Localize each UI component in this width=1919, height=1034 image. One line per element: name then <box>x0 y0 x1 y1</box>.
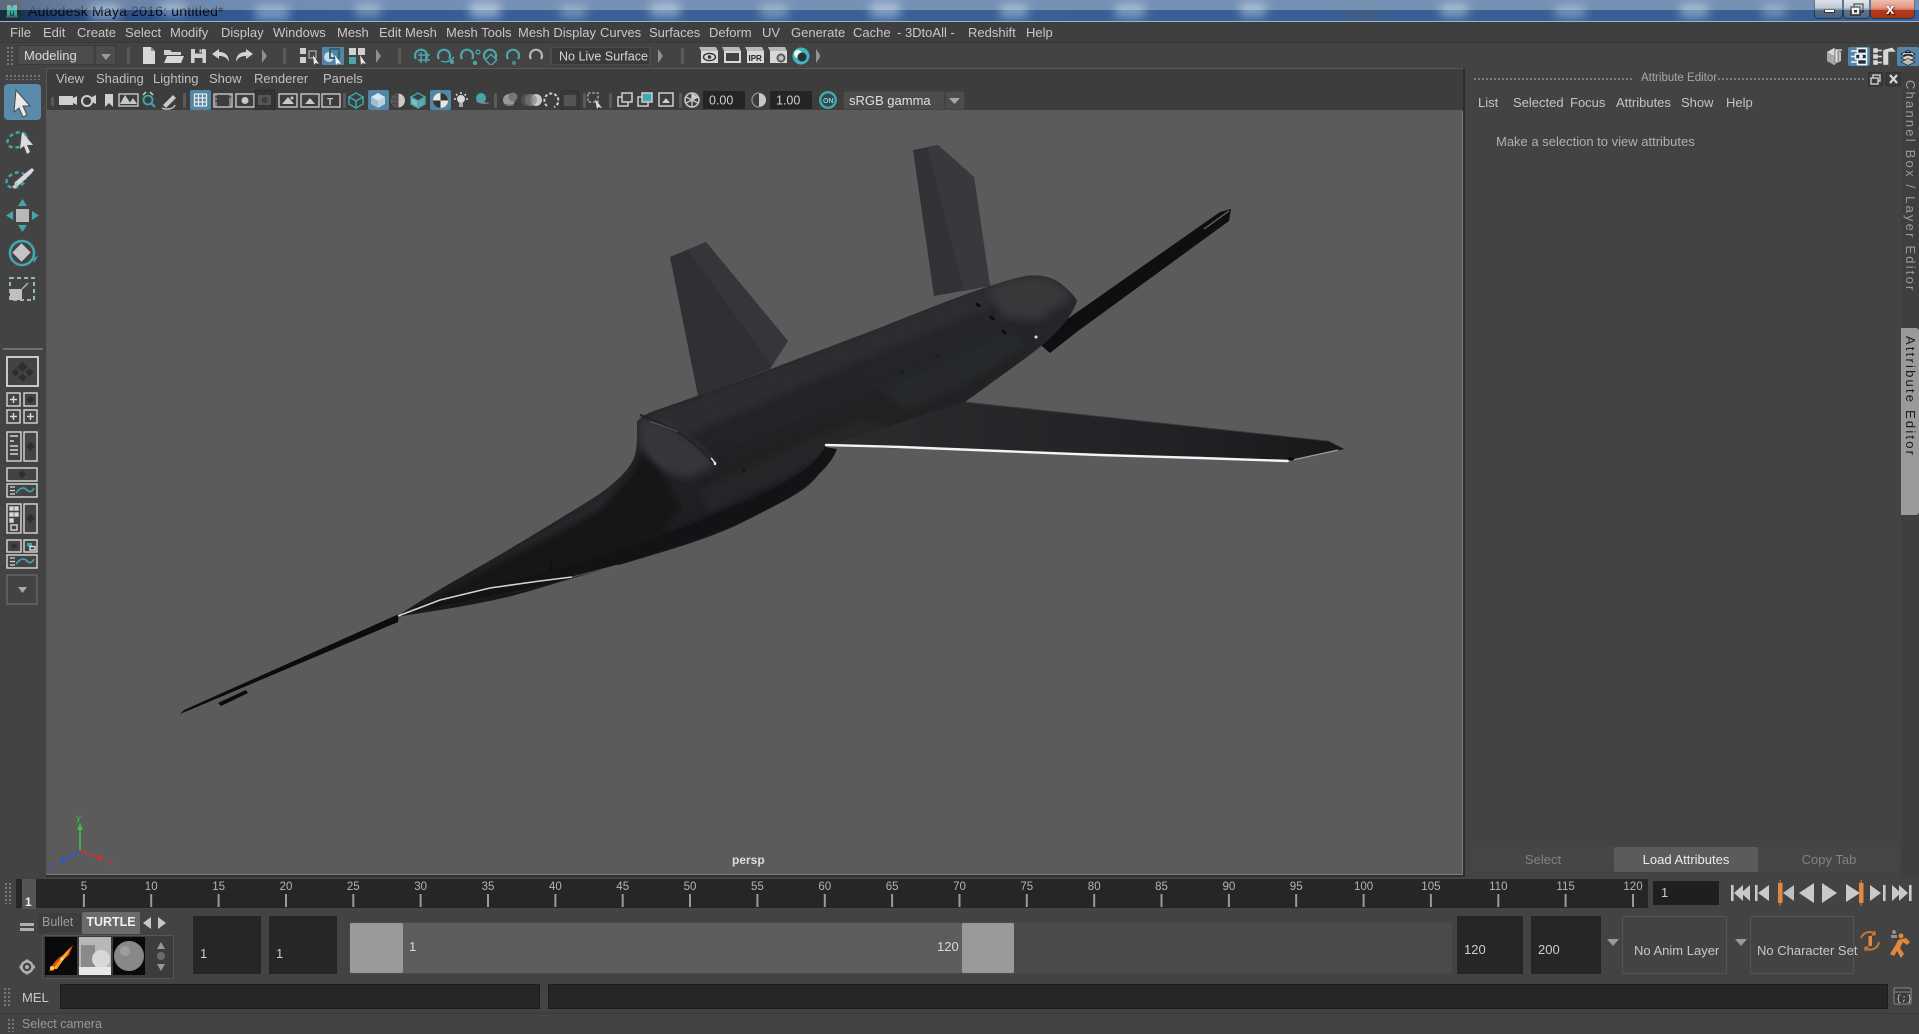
svg-text:75: 75 <box>1020 881 1033 893</box>
svg-text:10: 10 <box>145 881 158 893</box>
svg-text:{;}: {;} <box>1896 994 1912 1004</box>
svg-text:1: 1 <box>25 895 32 909</box>
svg-text:35: 35 <box>482 881 495 893</box>
svg-text:IPR: IPR <box>749 54 763 63</box>
svg-text:1.00: 1.00 <box>776 94 800 108</box>
svg-text:115: 115 <box>1556 881 1574 893</box>
svg-text:70: 70 <box>953 881 966 893</box>
svg-text:45: 45 <box>616 881 629 893</box>
svg-text:T: T <box>327 97 333 108</box>
svg-text:20: 20 <box>280 881 293 893</box>
svg-text:90: 90 <box>1223 881 1236 893</box>
svg-text:85: 85 <box>1155 881 1168 893</box>
svg-text:5: 5 <box>81 881 87 893</box>
svg-text:105: 105 <box>1421 881 1440 893</box>
svg-text:110: 110 <box>1489 881 1507 893</box>
svg-text:No Live Surface: No Live Surface <box>559 50 648 64</box>
svg-text:ON: ON <box>823 98 834 105</box>
svg-text:sRGB gamma: sRGB gamma <box>849 93 931 108</box>
svg-text:40: 40 <box>549 881 562 893</box>
svg-text:y: y <box>76 813 81 824</box>
svg-text:60: 60 <box>818 881 831 893</box>
svg-text:100: 100 <box>1354 881 1373 893</box>
svg-text:50: 50 <box>684 881 697 893</box>
svg-text:65: 65 <box>886 881 899 893</box>
svg-text:30: 30 <box>414 881 427 893</box>
svg-text:z: z <box>49 860 54 871</box>
svg-text:120: 120 <box>1623 881 1642 893</box>
svg-text:95: 95 <box>1290 881 1303 893</box>
svg-text:25: 25 <box>347 881 360 893</box>
svg-text:80: 80 <box>1088 881 1101 893</box>
svg-text:15: 15 <box>212 881 225 893</box>
svg-text:0.00: 0.00 <box>709 94 733 108</box>
svg-text:x: x <box>108 857 113 868</box>
svg-text:55: 55 <box>751 881 764 893</box>
